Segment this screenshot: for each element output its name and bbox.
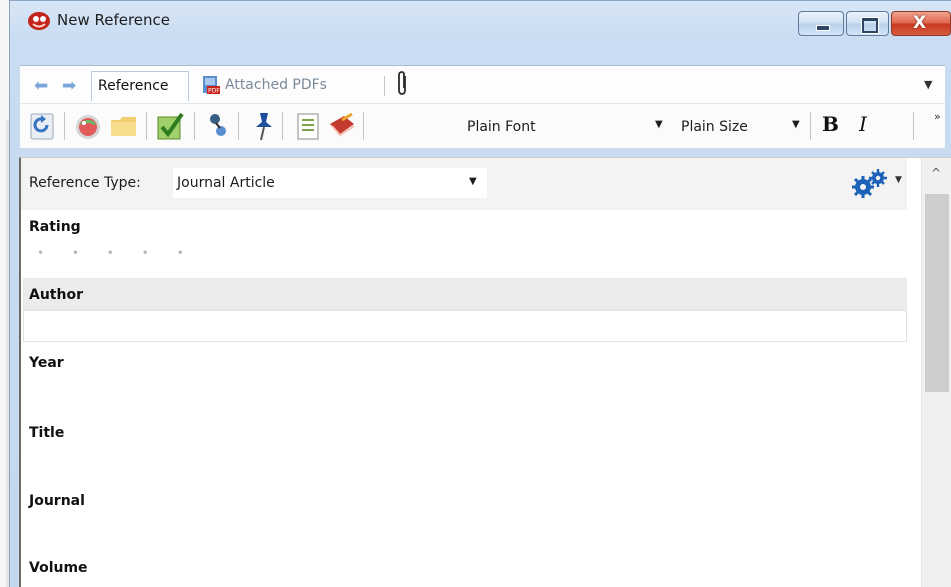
- tab-strip: ⬅ ➡ Reference PDF Attached PDFs ▼: [20, 65, 945, 103]
- font-name-value: Plain Font: [467, 119, 536, 135]
- tab-reference-label: Reference: [98, 78, 169, 94]
- toolbar-divider: [146, 112, 147, 140]
- vertical-scrollbar[interactable]: ^: [921, 158, 951, 587]
- tab-overflow-icon[interactable]: ▼: [924, 78, 932, 91]
- tab-divider: [384, 76, 385, 96]
- font-size-value: Plain Size: [681, 119, 748, 135]
- font-size-select[interactable]: Plain Size ▼: [681, 114, 801, 142]
- window-title: New Reference: [57, 11, 171, 29]
- field-year-label: Year: [29, 355, 64, 371]
- desktop-edge: [0, 0, 9, 587]
- field-title-label: Title: [29, 425, 65, 441]
- forward-arrow-icon[interactable]: ➡: [62, 76, 76, 96]
- tab-attached-pdfs[interactable]: PDF Attached PDFs: [197, 71, 333, 101]
- reference-type-value: Journal Article: [177, 175, 275, 191]
- find-reference-icon[interactable]: [202, 110, 234, 142]
- edit-book-icon[interactable]: [326, 110, 358, 142]
- toolbar-divider: [810, 112, 811, 140]
- font-name-select[interactable]: Plain Font ▼: [467, 114, 667, 142]
- title-bar[interactable]: New Reference X: [10, 1, 951, 39]
- scroll-up-icon[interactable]: ^: [931, 166, 941, 180]
- gears-icon[interactable]: [851, 168, 891, 198]
- toolbar-divider: [282, 112, 283, 140]
- field-author-label: Author: [29, 287, 83, 303]
- tab-attached-pdfs-label: Attached PDFs: [225, 77, 327, 93]
- reference-type-select[interactable]: Journal Article ▼: [173, 168, 487, 198]
- bold-button[interactable]: B: [822, 112, 839, 136]
- close-icon: X: [913, 13, 927, 33]
- field-rating-label: Rating: [29, 219, 81, 235]
- checkmark-icon[interactable]: [154, 110, 186, 142]
- chevron-down-icon: ▼: [792, 119, 800, 130]
- tab-reference[interactable]: Reference: [91, 71, 189, 101]
- refresh-icon[interactable]: [26, 110, 58, 142]
- svg-text:PDF: PDF: [208, 88, 220, 95]
- chevron-down-icon: ▼: [469, 176, 477, 187]
- reference-type-row: Reference Type: Journal Article ▼ ▼: [21, 158, 907, 210]
- list-icon[interactable]: [292, 110, 324, 142]
- close-button[interactable]: X: [891, 11, 951, 36]
- minimize-button[interactable]: [798, 11, 844, 36]
- back-arrow-icon[interactable]: ⬅: [34, 76, 48, 96]
- pushpin-icon[interactable]: [246, 110, 278, 142]
- field-author-header: [23, 278, 907, 310]
- endnote-app-icon: [28, 12, 50, 30]
- toolbar-overflow-icon[interactable]: »: [934, 110, 941, 123]
- chevron-down-icon: ▼: [655, 119, 663, 130]
- author-input[interactable]: [23, 310, 907, 342]
- toolbar-divider: [238, 112, 239, 140]
- field-volume-label: Volume: [29, 560, 88, 576]
- reference-type-label: Reference Type:: [29, 175, 141, 191]
- toolbar-divider: [913, 112, 914, 140]
- scrollbar-thumb[interactable]: [925, 194, 949, 392]
- italic-button[interactable]: I: [859, 112, 867, 136]
- toolbar-divider: [194, 112, 195, 140]
- gear-menu-chevron-icon[interactable]: ▼: [895, 175, 902, 185]
- rating-stars[interactable]: • • • • •: [37, 246, 196, 260]
- folder-icon[interactable]: [108, 110, 140, 142]
- toolbar-divider: [363, 112, 364, 140]
- reference-editor-panel: Reference Type: Journal Article ▼ ▼ Rati…: [19, 157, 951, 587]
- paperclip-icon[interactable]: [396, 70, 410, 96]
- maximize-button[interactable]: [846, 11, 889, 36]
- online-search-icon[interactable]: [72, 110, 104, 142]
- toolbar-divider: [64, 112, 65, 140]
- field-journal-label: Journal: [29, 493, 85, 509]
- toolbar: Plain Font ▼ Plain Size ▼ B I »: [20, 103, 945, 149]
- pdf-icon: PDF: [203, 76, 220, 95]
